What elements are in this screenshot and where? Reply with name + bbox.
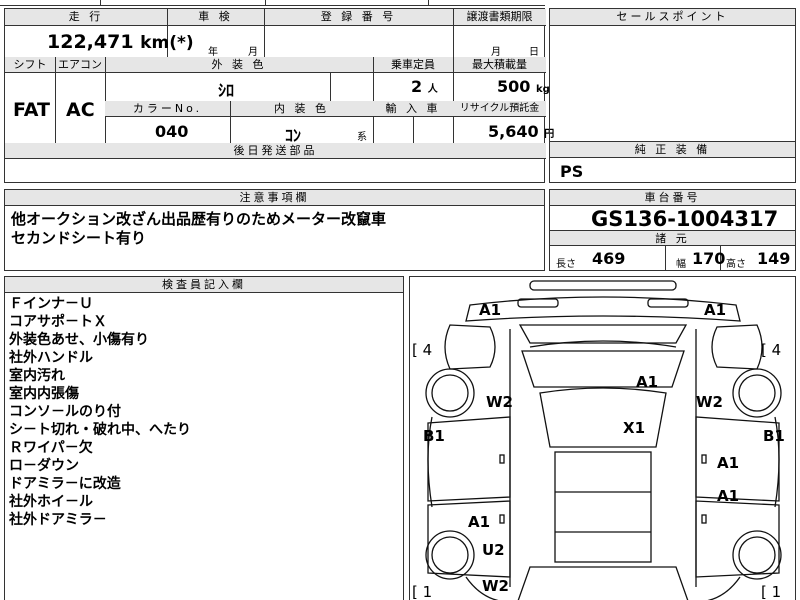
exterior-color-header: 外 装 色 — [105, 57, 373, 73]
inspector-note-line: Ｒワイパ－欠 — [9, 440, 93, 456]
inspector-note-line: コアサポ－トＸ — [9, 314, 107, 330]
bracket-bottom-left: [ 1 — [412, 583, 433, 600]
damage-mark: W2 — [482, 577, 509, 595]
max-load-unit: kg — [535, 84, 550, 95]
spec-length-value: 469 — [592, 249, 626, 268]
chassis-number: GS136-1004317 — [591, 207, 779, 231]
specs-header: 諸 元 — [550, 230, 795, 246]
sales-points-box: セールスポイント — [549, 8, 796, 156]
transfer-month: 月 — [491, 47, 501, 58]
exterior-color-value: ｼﾛ — [218, 81, 235, 100]
chassis-box: 車台番号 GS136-1004317 諸 元 長さ 469 幅 170 高さ 1… — [549, 189, 796, 271]
inspector-note-line: ロ－ダウン — [9, 458, 79, 474]
inspector-note-line: 社外ハンドル — [9, 350, 93, 366]
top-partial-row — [0, 0, 545, 6]
inspection-header: 車 検 — [167, 9, 264, 26]
capacity-value: 2 — [411, 77, 423, 96]
color-no-value: 040 — [155, 122, 189, 141]
inspector-note-line: 室内内張傷 — [9, 386, 79, 402]
damage-mark: B1 — [423, 427, 445, 445]
aircon-value: AC — [66, 99, 95, 121]
bracket-top-right: [ 4 — [761, 341, 782, 359]
color-no-header: カラーNo. — [105, 101, 230, 117]
aircon-header: エアコン — [55, 57, 105, 73]
damage-mark: A1 — [704, 301, 727, 319]
damage-mark: A1 — [717, 487, 740, 505]
damage-mark: W2 — [486, 393, 513, 411]
genuine-equipment-value: PS — [560, 162, 584, 181]
inspector-note-line: 室内汚れ — [9, 368, 65, 384]
damage-mark: U2 — [482, 541, 505, 559]
genuine-equipment-box: 純 正 装 備 PS — [549, 141, 796, 183]
chassis-header: 車台番号 — [550, 190, 795, 206]
damage-mark: A1 — [636, 373, 659, 391]
bracket-top-left: [ 4 — [412, 341, 433, 359]
capacity-header: 乗車定員 — [373, 57, 453, 73]
bracket-bottom-right: [ 1 — [761, 583, 782, 600]
damage-mark: A1 — [468, 513, 491, 531]
vehicle-info-form: 走 行 車 検 登 録 番 号 譲渡書類期限 122,471 km(*) 年 月… — [4, 8, 554, 183]
capacity-unit: 人 — [427, 84, 438, 95]
damage-mark: A1 — [479, 301, 502, 319]
mileage-header: 走 行 — [5, 9, 167, 26]
max-load-header: 最大積載量 — [453, 57, 546, 73]
spec-width-value: 170 — [692, 249, 726, 268]
inspector-notes-header: 検査員記入欄 — [5, 277, 403, 293]
spec-width-label: 幅 — [676, 259, 686, 270]
inspector-note-line: 社外ホイ－ル — [9, 494, 93, 510]
damage-mark: B1 — [763, 427, 785, 445]
notes-line: セカンドシート有り — [11, 229, 147, 247]
damage-diagram: [ 4 [ 4 [ 1 [ 1 A1 A1 A1 W2 W2 B1 B1 X1 … — [409, 276, 796, 600]
inspector-note-line: ドアミラ－に改造 — [9, 476, 121, 492]
interior-color-header: 内 装 色 — [230, 101, 373, 117]
inspection-year: 年 — [208, 47, 218, 58]
spec-height-value: 149 — [757, 249, 791, 268]
shift-value: FAT — [13, 99, 50, 121]
registration-header: 登 録 番 号 — [264, 9, 453, 26]
inspector-note-line: Ｆインナ－Ｕ — [9, 296, 93, 312]
transfer-day: 日 — [529, 47, 539, 58]
interior-color-suffix: 系 — [357, 132, 367, 143]
mileage-value: 122,471 — [47, 31, 134, 53]
damage-mark: A1 — [717, 454, 740, 472]
inspection-month: 月 — [248, 47, 258, 58]
import-header: 輸 入 車 — [373, 101, 453, 117]
max-load-value: 500 — [497, 77, 531, 96]
notes-line: 他オークション改ざん出品歴有りのためメーター改竄車 — [11, 210, 387, 228]
car-outline-diagram — [425, 280, 782, 600]
inspector-note-line: 外装色あせ、小傷有り — [9, 332, 149, 348]
inspector-note-line: シ－ト切れ・破れ中、へたり — [9, 422, 191, 438]
inspector-note-line: コンソ－ルのり付 — [9, 404, 121, 420]
spec-height-label: 高さ — [726, 259, 746, 270]
inspector-notes-box: 検査員記入欄 Ｆインナ－Ｕ コアサポ－トＸ 外装色あせ、小傷有り 社外ハンドル 室内汚れ… — [4, 276, 404, 600]
transfer-deadline-header: 譲渡書類期限 — [453, 9, 546, 26]
notes-box: 注意事項欄 他オークション改ざん出品歴有りのためメーター改竄車 セカンドシート有… — [4, 189, 545, 271]
recycle-header: リサイクル預託金 — [453, 101, 546, 117]
recycle-value: 5,640 — [488, 122, 539, 141]
damage-mark: W2 — [696, 393, 723, 411]
notes-header: 注意事項欄 — [5, 190, 544, 206]
genuine-equipment-header: 純 正 装 備 — [550, 142, 795, 158]
later-parts-header: 後日発送部品 — [5, 143, 546, 159]
shift-header: シフト — [5, 57, 55, 73]
mileage-unit: km(*) — [140, 33, 194, 53]
sales-points-header: セールスポイント — [550, 9, 795, 26]
inspector-note-line: 社外ドアミラ－ — [9, 512, 107, 528]
damage-mark: X1 — [623, 419, 646, 437]
spec-length-label: 長さ — [556, 259, 576, 270]
